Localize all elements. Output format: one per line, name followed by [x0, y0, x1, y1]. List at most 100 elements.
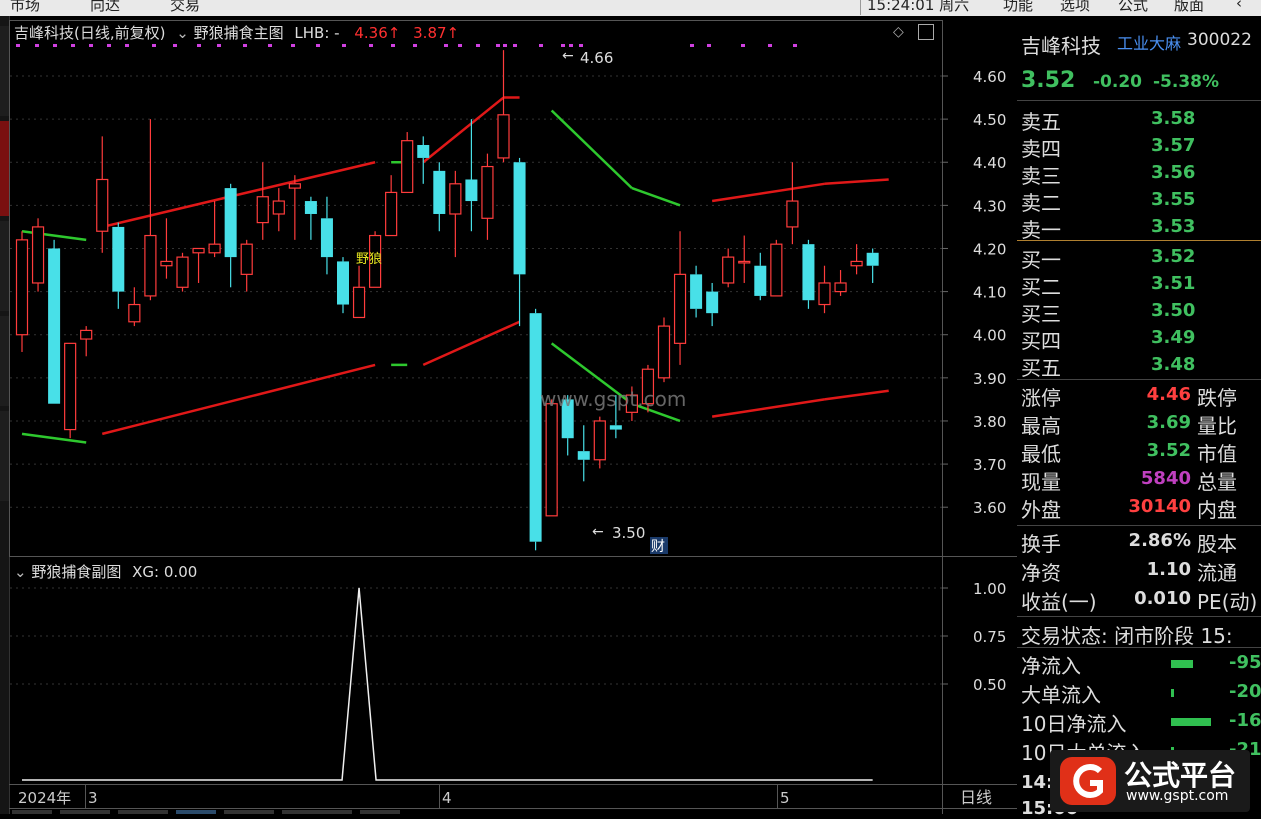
candle-body [48, 248, 61, 404]
bottom-tab-7[interactable] [360, 810, 400, 814]
bid-price[interactable]: 3.52 [1151, 246, 1195, 267]
stock-title[interactable]: 吉峰科技(日线,前复权) [14, 24, 165, 42]
candle-body [433, 170, 446, 214]
upper-band-segment [21, 229, 87, 242]
candle [320, 196, 333, 275]
month-4: 4 [442, 789, 452, 807]
bid-price[interactable]: 3.51 [1151, 273, 1195, 294]
window-icon[interactable] [918, 24, 934, 40]
lhb-val2: 3.87 [413, 24, 447, 42]
stat-value: 4.46 [1146, 384, 1191, 405]
candle-body [144, 234, 157, 297]
candle-body [706, 291, 719, 314]
ask-price[interactable]: 3.58 [1151, 108, 1195, 129]
candle [673, 231, 687, 365]
candle-body [96, 178, 109, 232]
upper-band-segment [550, 109, 633, 190]
high-annotation: 4.66 [580, 49, 613, 67]
lower-band-segment [422, 320, 521, 367]
signal-dot [291, 44, 295, 47]
candle-body [834, 282, 847, 293]
upper-band-segment [631, 186, 681, 207]
ask-price[interactable]: 3.57 [1151, 135, 1195, 156]
flow-value: -16 [1229, 710, 1261, 731]
candle [850, 244, 863, 275]
price-axis: 4.60 4.50 4.40 4.30 4.20 4.10 4.00 3.90 3.80 3.70… [942, 68, 1006, 517]
price-tick-label: 3.80 [973, 413, 1006, 431]
candle [401, 132, 414, 194]
diamond-icon[interactable]: ◇ [893, 24, 904, 40]
signal-dot [268, 44, 272, 47]
menu-options[interactable]: 选项 [1060, 0, 1090, 15]
bottom-tab-5[interactable] [224, 810, 274, 814]
bottom-tab-3[interactable] [118, 810, 168, 814]
bid-label: 买五 [1021, 356, 1061, 380]
candle-body [417, 144, 430, 158]
sub-header: ⌄ 野狼捕食副图 XG: 0.00 [14, 561, 197, 582]
candle-body [64, 342, 77, 431]
candle-body [577, 451, 590, 460]
bottom-tab-1[interactable] [12, 810, 52, 814]
menu-layout[interactable]: 版面 [1174, 0, 1204, 15]
logo-url: www.gspt.com [1126, 788, 1229, 804]
signal-dot [569, 44, 573, 47]
candle-body [401, 140, 414, 194]
signal-label: 野狼 [356, 252, 382, 267]
stat-label-2: 量比 [1197, 414, 1237, 438]
stat2-value: 2.86% [1128, 530, 1191, 551]
bid-price[interactable]: 3.49 [1151, 327, 1195, 348]
bottom-tab-6[interactable] [282, 810, 352, 814]
candle [770, 239, 783, 297]
upper-band-segment [824, 178, 889, 186]
bottom-tabs [12, 810, 400, 814]
candle [834, 270, 847, 296]
bid-price[interactable]: 3.48 [1151, 354, 1195, 375]
stat2-label: 收益(一) [1021, 590, 1097, 614]
candle-body [657, 325, 671, 379]
chart-canvas[interactable]: 4.60 4.50 4.40 4.30 4.20 4.10 4.00 3.90 3.80 3.70… [0, 0, 1017, 814]
bid-price[interactable]: 3.50 [1151, 300, 1195, 321]
fin-badge[interactable]: 财 [651, 539, 665, 555]
price-tick-label: 4.30 [973, 197, 1006, 215]
price-tick-label: 3.70 [973, 456, 1006, 474]
menu-formula[interactable]: 公式 [1118, 0, 1148, 15]
collapse-icon[interactable]: ⌄ [176, 24, 189, 42]
ask-price[interactable]: 3.55 [1151, 189, 1195, 210]
candle [160, 218, 173, 279]
candle-body [609, 425, 622, 430]
stat-label: 最高 [1021, 414, 1061, 438]
sub-indicator-name[interactable]: 野狼捕食副图 [31, 563, 121, 581]
candle-body [112, 226, 125, 292]
candle-body [15, 239, 29, 336]
trade-status: 交易状态: 闭市阶段 15: [1021, 624, 1233, 648]
signal-dot [89, 44, 93, 47]
candle-body [128, 303, 141, 323]
sub-collapse-icon[interactable]: ⌄ [14, 563, 27, 581]
signal-dot [413, 44, 417, 47]
stat-label-2: 跌停 [1197, 386, 1237, 410]
sub-chart [10, 587, 942, 781]
period-label[interactable]: 日线 [960, 788, 992, 807]
ask-price[interactable]: 3.56 [1151, 162, 1195, 183]
sub-tick-label: 1.00 [973, 580, 1006, 598]
quote-board[interactable]: 工业大麻 [1117, 30, 1181, 54]
candle [449, 170, 462, 258]
stat-label: 涨停 [1021, 386, 1061, 410]
sep-5 [1017, 616, 1261, 617]
candle [722, 248, 735, 288]
upper-band-segment [101, 161, 376, 229]
lower-band-segment [711, 398, 825, 418]
candle-body [31, 226, 45, 284]
price-tick-label: 4.50 [973, 111, 1006, 129]
back-icon[interactable]: ‹ [1236, 0, 1242, 12]
stat2-label: 换手 [1021, 532, 1061, 556]
stat-label-2: 总量 [1197, 470, 1237, 494]
watermark: www.gspt.com [540, 387, 686, 411]
candle [481, 153, 494, 240]
indicator-name[interactable]: 野狼捕食主图 [194, 24, 284, 42]
bottom-tab-4[interactable] [176, 810, 216, 814]
bottom-tab-2[interactable] [60, 810, 110, 814]
ask-price[interactable]: 3.53 [1151, 216, 1195, 237]
signal-dot [513, 44, 517, 47]
candle [128, 287, 141, 327]
